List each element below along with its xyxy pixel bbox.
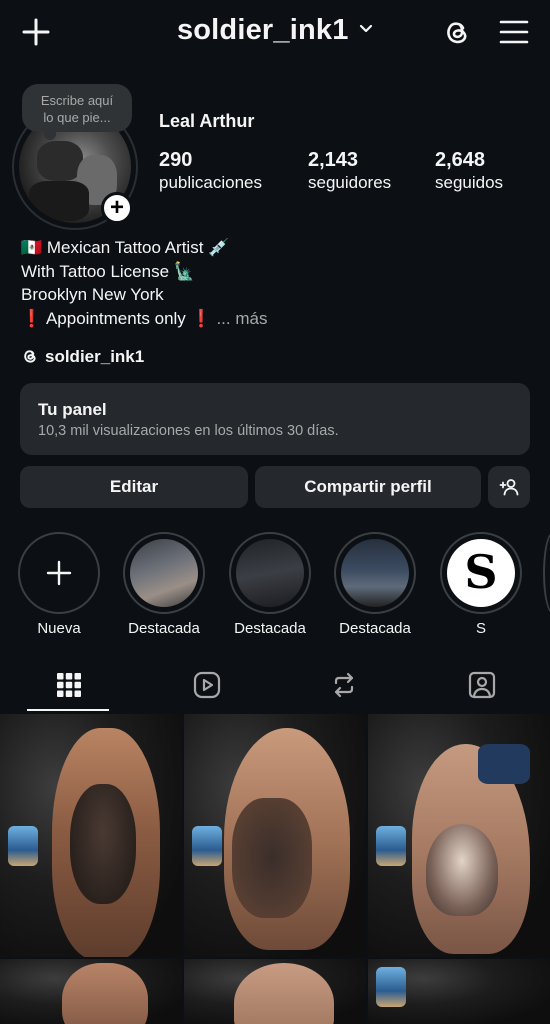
highlight-cover — [341, 539, 409, 607]
stat-label: seguidos — [435, 173, 504, 192]
artist-badge — [192, 826, 222, 866]
highlight-label: Destacada — [234, 620, 306, 637]
note-text-line: Escribe aquí — [40, 93, 114, 108]
highlight-label: Nueva — [37, 620, 81, 637]
highlight-new[interactable]: Nueva — [18, 532, 100, 638]
reposts-icon — [334, 672, 354, 698]
artist-badge — [376, 967, 406, 1007]
artist-badge — [376, 826, 406, 866]
profile-tabs — [0, 663, 550, 713]
threads-icon[interactable] — [441, 16, 473, 48]
add-story-button[interactable]: + — [101, 192, 133, 224]
highlight-item[interactable]: Destacada — [334, 532, 416, 638]
profile-name: Leal Arthur — [159, 111, 255, 131]
clothing — [478, 744, 530, 784]
tab-grid[interactable] — [27, 663, 109, 711]
stat-posts[interactable]: 290 publicaciones — [159, 148, 262, 194]
stat-label: publicaciones — [159, 173, 263, 192]
plus-icon: + — [109, 194, 124, 221]
highlight-cover: S — [447, 539, 515, 607]
post-thumbnail[interactable] — [368, 959, 550, 1024]
highlight-ring: S — [440, 532, 522, 614]
tab-tagged[interactable] — [440, 663, 522, 711]
highlight-ring — [18, 532, 100, 614]
edit-profile-button[interactable]: Editar — [20, 466, 248, 508]
grid-icon — [57, 673, 81, 697]
highlight-ring — [334, 532, 416, 614]
stat-following[interactable]: 2,648 seguidos — [435, 148, 503, 194]
stat-value: 2,648 — [435, 149, 486, 171]
menu-icon[interactable] — [498, 18, 530, 46]
tagged-icon — [468, 671, 496, 699]
highlight-item[interactable]: S S — [440, 532, 522, 638]
username-title[interactable]: soldier_ink1 — [177, 14, 349, 46]
top-bar: soldier_ink1 — [0, 0, 550, 66]
bio-line: With Tattoo License 🗽 — [21, 261, 195, 281]
highlight-label: Destacada — [339, 620, 411, 637]
threads-handle: soldier_ink1 — [45, 347, 145, 366]
panel-title: Tu panel — [38, 400, 107, 419]
highlight-item-partial[interactable] — [543, 532, 550, 614]
artist-badge — [8, 826, 38, 866]
bio-line: ❗ Appointments only ❗ ... más — [21, 307, 267, 331]
note-text-line: lo que pie... — [43, 110, 111, 125]
bio-line: 🇲🇽 Mexican Tattoo Artist 💉 — [21, 238, 230, 257]
highlight-item[interactable]: Destacada — [123, 532, 205, 638]
highlight-label: Destacada — [128, 620, 200, 637]
bio-more-link[interactable]: ... más — [216, 309, 267, 328]
gothic-s-logo: S — [464, 545, 498, 599]
stat-value: 290 — [159, 149, 193, 171]
note-bubble[interactable]: Escribe aquí lo que pie... — [22, 84, 132, 140]
highlight-item[interactable]: Destacada — [229, 532, 311, 638]
panel-subtitle: 10,3 mil visualizaciones en los últimos … — [38, 423, 339, 439]
highlight-cover — [236, 539, 304, 607]
tab-reels[interactable] — [165, 663, 247, 711]
share-profile-button[interactable]: Compartir perfil — [255, 466, 481, 508]
plus-icon — [46, 560, 72, 586]
tattoo-portrait — [70, 784, 136, 904]
discover-people-button[interactable] — [488, 466, 530, 508]
post-thumbnail[interactable] — [0, 959, 182, 1024]
bio-line: Brooklyn New York — [21, 285, 164, 304]
tattoo-arm — [62, 963, 148, 1024]
chevron-down-icon[interactable] — [359, 24, 373, 34]
threads-profile-link[interactable]: soldier_ink1 — [21, 346, 144, 368]
highlight-ring — [123, 532, 205, 614]
stat-label: seguidores — [308, 173, 392, 192]
stat-value: 2,143 — [308, 149, 359, 171]
threads-icon — [24, 350, 36, 363]
tab-reposts[interactable] — [302, 663, 384, 711]
bio-line-text: ❗ Appointments only ❗ — [21, 308, 212, 328]
post-thumbnail[interactable] — [184, 714, 366, 957]
dashboard-panel[interactable]: Tu panel 10,3 mil visualizaciones en los… — [20, 383, 530, 455]
post-thumbnail[interactable] — [184, 959, 366, 1024]
posts-grid — [0, 714, 550, 1024]
avatar-shape — [29, 181, 89, 221]
add-person-icon — [499, 479, 519, 496]
bio: 🇲🇽 Mexican Tattoo Artist 💉 With Tattoo L… — [21, 236, 267, 330]
highlight-ring — [229, 532, 311, 614]
tattoo-tree — [232, 798, 312, 918]
stat-followers[interactable]: 2,143 seguidores — [308, 148, 391, 194]
highlight-cover — [130, 539, 198, 607]
highlight-label: S — [475, 620, 486, 637]
tattoo-skull — [426, 824, 498, 916]
reels-icon — [193, 671, 221, 699]
post-thumbnail[interactable] — [368, 714, 550, 957]
post-thumbnail[interactable] — [0, 714, 182, 957]
